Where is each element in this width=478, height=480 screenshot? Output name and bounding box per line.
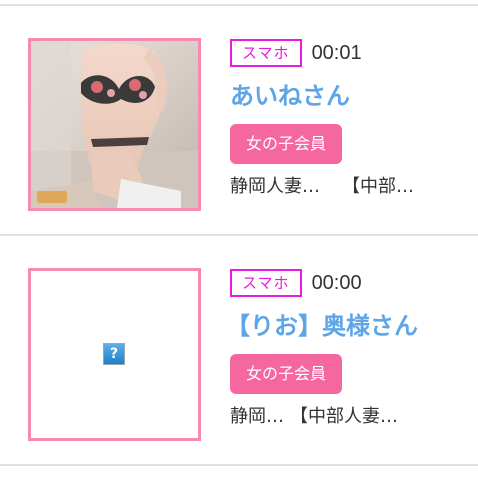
photo-image <box>31 41 198 208</box>
device-badge: スマホ <box>230 269 302 297</box>
profile-photo[interactable] <box>28 38 201 211</box>
broken-image-icon: ? <box>103 343 125 365</box>
area-tag[interactable]: 静岡… <box>230 404 284 430</box>
device-badge: スマホ <box>230 39 302 67</box>
profile-name-link[interactable]: 【りお】奥様さん <box>226 310 470 342</box>
listing-info: スマホ 00:01 あいねさん 女の子会員 静岡人妻… 【中部… <box>230 38 470 200</box>
profile-photo[interactable]: ? <box>28 268 201 441</box>
listing-info: スマホ 00:00 【りお】奥様さん 女の子会員 静岡… 【中部人妻… <box>226 268 470 430</box>
member-badge: 女の子会員 <box>230 354 343 394</box>
area-tags: 静岡… 【中部人妻… <box>230 404 470 430</box>
bottom-divider <box>0 464 478 466</box>
profile-name-link[interactable]: あいねさん <box>230 80 470 112</box>
member-badge: 女の子会員 <box>230 124 343 164</box>
list-item[interactable]: スマホ 00:01 あいねさん 女の子会員 静岡人妻… 【中部… <box>0 6 478 232</box>
area-tag[interactable]: 【中部人妻… <box>290 404 398 430</box>
list-item[interactable]: ? スマホ 00:00 【りお】奥様さん 女の子会員 静岡… 【中部人妻… <box>0 236 478 462</box>
time-label: 00:01 <box>311 41 362 64</box>
area-tags: 静岡人妻… 【中部… <box>230 174 470 200</box>
area-tag[interactable]: 静岡人妻… <box>230 174 320 200</box>
area-tag[interactable]: 【中部… <box>342 174 414 200</box>
time-label: 00:00 <box>311 271 362 294</box>
